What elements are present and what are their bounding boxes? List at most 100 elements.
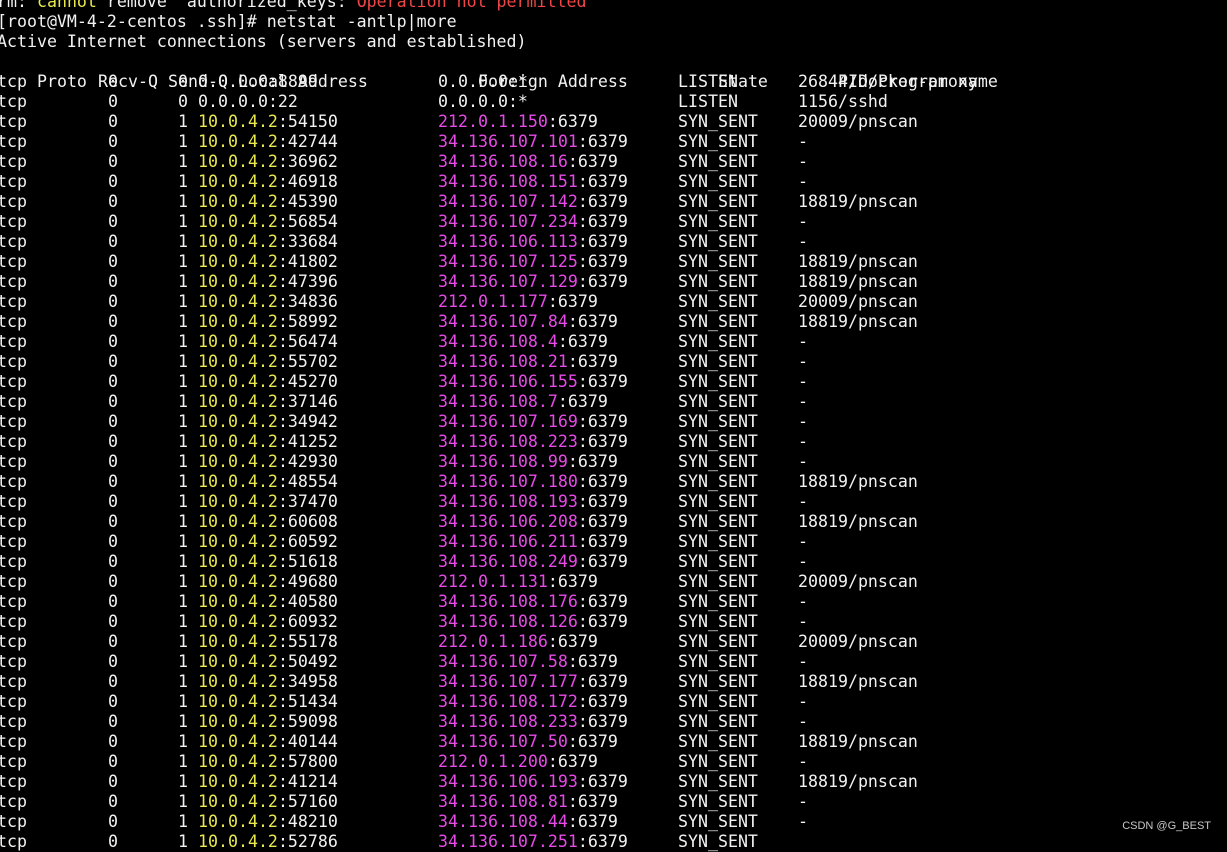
- local-port: :60608: [277, 512, 338, 531]
- cell-sendq: 1: [178, 812, 188, 831]
- foreign-port: :6379: [577, 192, 628, 211]
- cell-recvq: 0: [108, 832, 118, 851]
- local-port: :41802: [277, 252, 338, 271]
- cell-recvq: 0: [108, 612, 118, 631]
- cell-foreign-address: 34.136.107.101:6379: [438, 132, 678, 152]
- local-port: :42930: [277, 452, 338, 471]
- cell-local-address: 10.0.4.2:34958: [198, 672, 438, 692]
- cell-foreign-address: 34.136.108.172:6379: [438, 692, 678, 712]
- rm-prefix: rm:: [0, 0, 37, 11]
- cell-state: SYN_SENT: [678, 592, 758, 611]
- cell-sendq: 1: [178, 652, 188, 671]
- local-ip: 0.0.0.0: [198, 72, 268, 91]
- cell-local-address: 10.0.4.2:41214: [198, 772, 438, 792]
- foreign-port: :6379: [567, 352, 618, 371]
- local-port: :40580: [277, 592, 338, 611]
- foreign-port: :6379: [567, 732, 618, 751]
- cell-recvq: 0: [108, 592, 118, 611]
- cell-sendq: 1: [178, 352, 188, 371]
- foreign-port: :6379: [577, 712, 628, 731]
- cell-sendq: 1: [178, 172, 188, 191]
- cell-proto: tcp: [0, 92, 27, 111]
- cell-recvq: 0: [108, 532, 118, 551]
- cell-pid-program: -: [798, 792, 808, 811]
- cell-pid-program: -: [798, 332, 808, 351]
- cell-pid-program: 18819/pnscan: [798, 272, 918, 291]
- table-row: tcp 0 1 10.0.4.2:55178 212.0.1.186:6379 SYN_S…: [0, 632, 1227, 652]
- foreign-port: :*: [507, 92, 528, 111]
- cell-recvq: 0: [108, 252, 118, 271]
- foreign-ip: 34.136.106.208: [438, 512, 578, 531]
- foreign-port: :6379: [567, 652, 618, 671]
- cell-pid-program: 26844/docker-proxy: [798, 72, 978, 91]
- table-row: tcp 0 1 10.0.4.2:57160 34.136.108.81:6379 SYN…: [0, 792, 1227, 812]
- table-row: tcp 0 1 10.0.4.2:56854 34.136.107.234:6379 SY…: [0, 212, 1227, 232]
- table-row: tcp 0 1 10.0.4.2:56474 34.136.108.4:6379 SYN_…: [0, 332, 1227, 352]
- local-port: :59098: [277, 712, 338, 731]
- foreign-ip: 34.136.108.16: [438, 152, 568, 171]
- cell-pid-program: 18819/pnscan: [798, 732, 918, 751]
- cell-proto: tcp: [0, 772, 27, 791]
- table-row: tcp 0 1 10.0.4.2:57800 212.0.1.200:6379 SYN_S…: [0, 752, 1227, 772]
- cell-proto: tcp: [0, 172, 27, 191]
- foreign-ip: 34.136.108.249: [438, 552, 578, 571]
- cell-local-address: 10.0.4.2:51618: [198, 552, 438, 572]
- local-ip: 10.0.4.2: [198, 112, 278, 131]
- table-row: tcp 0 0 0.0.0.0:22 0.0.0.0:* LISTEN 1156/sshd: [0, 92, 1227, 112]
- cell-recvq: 0: [108, 112, 118, 131]
- table-row: tcp 0 1 10.0.4.2:51618 34.136.108.249:6379 SY…: [0, 552, 1227, 572]
- cell-pid-program: -: [798, 692, 808, 711]
- cell-proto: tcp: [0, 212, 27, 231]
- cell-sendq: 1: [178, 112, 188, 131]
- table-row: tcp 0 1 10.0.4.2:58992 34.136.107.84:6379 SYN…: [0, 312, 1227, 332]
- cell-state: SYN_SENT: [678, 452, 758, 471]
- cell-recvq: 0: [108, 212, 118, 231]
- local-ip: 10.0.4.2: [198, 292, 278, 311]
- table-row: tcp 0 1 10.0.4.2:55702 34.136.108.21:6379 SYN…: [0, 352, 1227, 372]
- cell-recvq: 0: [108, 772, 118, 791]
- cell-proto: tcp: [0, 692, 27, 711]
- cell-pid-program: -: [798, 232, 808, 251]
- cell-proto: tcp: [0, 72, 27, 91]
- cell-pid-program: -: [798, 432, 808, 451]
- foreign-port: :6379: [577, 532, 628, 551]
- cell-state: LISTEN: [678, 92, 738, 111]
- foreign-ip: 34.136.108.7: [438, 392, 558, 411]
- cell-pid-program: 18819/pnscan: [798, 472, 918, 491]
- cell-foreign-address: 34.136.108.233:6379: [438, 712, 678, 732]
- foreign-ip: 34.136.106.113: [438, 232, 578, 251]
- cell-state: SYN_SENT: [678, 712, 758, 731]
- cell-state: SYN_SENT: [678, 672, 758, 691]
- cell-sendq: 1: [178, 232, 188, 251]
- local-ip: 10.0.4.2: [198, 732, 278, 751]
- local-ip: 10.0.4.2: [198, 332, 278, 351]
- cell-recvq: 0: [108, 572, 118, 591]
- cell-recvq: 0: [108, 372, 118, 391]
- foreign-port: :6379: [577, 612, 628, 631]
- cell-proto: tcp: [0, 832, 27, 851]
- cell-local-address: 10.0.4.2:52786: [198, 832, 438, 852]
- table-row: tcp 0 1 10.0.4.2:45270 34.136.106.155:6379 SY…: [0, 372, 1227, 392]
- cell-recvq: 0: [108, 92, 118, 111]
- cell-proto: tcp: [0, 672, 27, 691]
- local-port: :45270: [277, 372, 338, 391]
- local-port: :45390: [277, 192, 338, 211]
- cell-recvq: 0: [108, 752, 118, 771]
- cell-local-address: 10.0.4.2:34942: [198, 412, 438, 432]
- watermark: CSDN @G_BEST: [1122, 820, 1211, 832]
- local-port: :55702: [277, 352, 338, 371]
- terminal-output[interactable]: rm: cannot remove authorized_keys: Opera…: [0, 0, 1227, 852]
- cell-foreign-address: 212.0.1.150:6379: [438, 112, 678, 132]
- cell-pid-program: -: [798, 592, 808, 611]
- cell-local-address: 10.0.4.2:40580: [198, 592, 438, 612]
- cell-sendq: 1: [178, 672, 188, 691]
- cell-recvq: 0: [108, 652, 118, 671]
- cell-sendq: 1: [178, 632, 188, 651]
- table-row: tcp 0 1 10.0.4.2:41802 34.136.107.125:6379 SY…: [0, 252, 1227, 272]
- local-ip: 10.0.4.2: [198, 812, 278, 831]
- cell-local-address: 10.0.4.2:60592: [198, 532, 438, 552]
- foreign-ip: 34.136.108.4: [438, 332, 558, 351]
- cell-sendq: 1: [178, 192, 188, 211]
- cell-foreign-address: 34.136.107.142:6379: [438, 192, 678, 212]
- cell-sendq: 1: [178, 312, 188, 331]
